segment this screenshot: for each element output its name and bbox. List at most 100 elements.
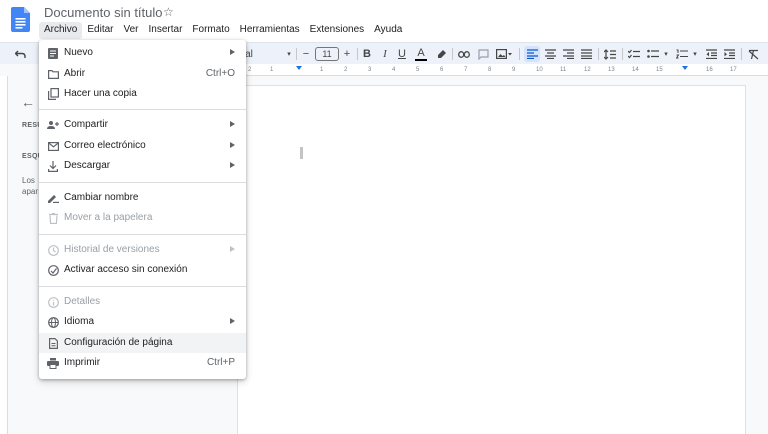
star-icon[interactable]: ☆ (163, 5, 174, 19)
align-right-icon[interactable] (561, 46, 575, 62)
menu-item-detalles: Detalles (39, 292, 246, 312)
menu-item-abrir[interactable]: Abrir Ctrl+O (39, 64, 246, 84)
ruler-tick: 10 (536, 67, 543, 73)
clear-formatting-icon[interactable] (746, 46, 760, 62)
history-icon (47, 244, 59, 256)
menu-editar[interactable]: Editar (82, 22, 118, 39)
shortcut-label: Ctrl+O (205, 68, 235, 79)
docs-logo-icon[interactable] (11, 7, 30, 32)
menu-ver[interactable]: Ver (118, 22, 143, 39)
italic-button[interactable]: I (379, 46, 391, 62)
menu-item-imprimir[interactable]: Imprimir Ctrl+P (39, 353, 246, 373)
globe-icon (47, 316, 59, 328)
font-size-minus-button[interactable]: − (300, 46, 312, 62)
menu-item-label: Idioma (64, 316, 95, 327)
menu-item-configuracion-pagina[interactable]: Configuración de página (39, 333, 246, 353)
ruler-tick: 5 (416, 67, 420, 73)
menu-archivo[interactable]: Archivo (39, 22, 83, 39)
decrease-indent-icon[interactable] (704, 46, 718, 62)
menu-item-label: Configuración de página (64, 337, 173, 348)
menu-item-label: Historial de versiones (64, 244, 160, 255)
ruler-tick: 3 (368, 67, 372, 73)
align-left-icon[interactable] (524, 46, 540, 62)
font-size-input[interactable]: 11 (315, 47, 339, 61)
text-color-button[interactable]: A (414, 46, 428, 62)
menu-divider (39, 182, 246, 183)
comment-icon[interactable] (476, 46, 490, 62)
menu-item-cambiar-nombre[interactable]: Cambiar nombre (39, 188, 246, 208)
menu-formato[interactable]: Formato (187, 22, 234, 39)
ruler-tick: 8 (488, 67, 492, 73)
menu-item-compartir[interactable]: Compartir (39, 115, 246, 135)
ruler-tick: 12 (584, 67, 591, 73)
text-color-letter: A (417, 46, 425, 59)
menu-item-nuevo[interactable]: Nuevo (39, 43, 246, 63)
menu-item-label: Abrir (64, 68, 86, 79)
menu-divider (39, 109, 246, 110)
rename-icon (47, 192, 59, 204)
submenu-arrow-icon (230, 318, 235, 324)
checklist-icon[interactable] (627, 46, 641, 62)
undo-icon[interactable] (13, 46, 27, 62)
menu-ayuda[interactable]: Ayuda (369, 22, 407, 39)
menu-item-correo[interactable]: Correo electrónico (39, 136, 246, 156)
bulleted-list-icon[interactable] (646, 46, 660, 62)
menu-item-acceso-sin-conexion[interactable]: Activar acceso sin conexión (39, 260, 246, 280)
font-family-dropdown-icon[interactable]: ▾ (284, 46, 294, 62)
menu-item-descargar[interactable]: Descargar (39, 156, 246, 176)
download-icon (47, 160, 59, 172)
vertical-ruler[interactable] (0, 76, 8, 434)
menu-extensiones[interactable]: Extensiones (305, 22, 369, 39)
menu-item-label: Detalles (64, 296, 101, 307)
numbered-list-dropdown-icon[interactable]: ▾ (690, 46, 700, 62)
file-menu-dropdown: Nuevo Abrir Ctrl+O Hacer una copia Compa… (39, 40, 246, 379)
bulleted-list-dropdown-icon[interactable]: ▾ (661, 46, 671, 62)
submenu-arrow-icon (230, 121, 235, 127)
ruler-tick: 17 (730, 67, 737, 73)
document-page[interactable] (237, 85, 746, 434)
text-cursor (300, 147, 303, 159)
info-icon (47, 296, 59, 308)
outline-hint-line2: apar (22, 187, 39, 196)
menu-item-label: Mover a la papelera (64, 212, 153, 223)
indent-marker-icon[interactable] (296, 66, 302, 70)
ruler-tick: 15 (656, 67, 663, 73)
menu-item-label: Descargar (64, 160, 111, 171)
menu-divider (39, 286, 246, 287)
horizontal-ruler[interactable]: 2 1 1 2 3 4 5 6 7 8 9 10 11 12 13 14 15 … (236, 64, 768, 76)
highlight-pen-icon[interactable] (434, 46, 448, 62)
menu-item-historial: Historial de versiones (39, 240, 246, 260)
menu-divider (39, 234, 246, 235)
menu-item-mover-papelera: Mover a la papelera (39, 208, 246, 228)
menu-insertar[interactable]: Insertar (144, 22, 188, 39)
share-person-icon (47, 119, 59, 131)
ruler-tick: 1 (270, 67, 274, 73)
menu-item-label: Nuevo (64, 47, 93, 58)
menu-item-label: Compartir (64, 119, 108, 130)
back-arrow-icon[interactable]: ← (21, 94, 35, 110)
menu-item-label: Correo electrónico (64, 140, 146, 151)
insert-image-icon[interactable] (494, 46, 514, 62)
underline-button[interactable]: U (396, 46, 408, 62)
ruler-tick: 11 (560, 67, 567, 73)
align-justify-icon[interactable] (579, 46, 593, 62)
numbered-list-icon[interactable] (675, 46, 689, 62)
align-center-icon[interactable] (543, 46, 557, 62)
mail-icon (47, 140, 59, 152)
ruler-tick: 13 (608, 67, 615, 73)
submenu-arrow-icon (230, 162, 235, 168)
bold-button[interactable]: B (361, 46, 373, 62)
menu-herramientas[interactable]: Herramientas (235, 22, 305, 39)
increase-indent-icon[interactable] (722, 46, 736, 62)
print-icon (47, 357, 59, 369)
text-color-swatch (415, 58, 427, 61)
menu-item-idioma[interactable]: Idioma (39, 312, 246, 332)
font-size-plus-button[interactable]: + (341, 46, 353, 62)
document-title[interactable]: Documento sin título (44, 5, 163, 20)
new-document-icon (47, 47, 59, 59)
menu-item-hacer-copia[interactable]: Hacer una copia (39, 84, 246, 104)
line-spacing-icon[interactable] (603, 46, 617, 62)
right-indent-marker-icon[interactable] (682, 66, 688, 70)
menu-item-label: Imprimir (64, 357, 101, 368)
link-icon[interactable] (457, 46, 471, 62)
